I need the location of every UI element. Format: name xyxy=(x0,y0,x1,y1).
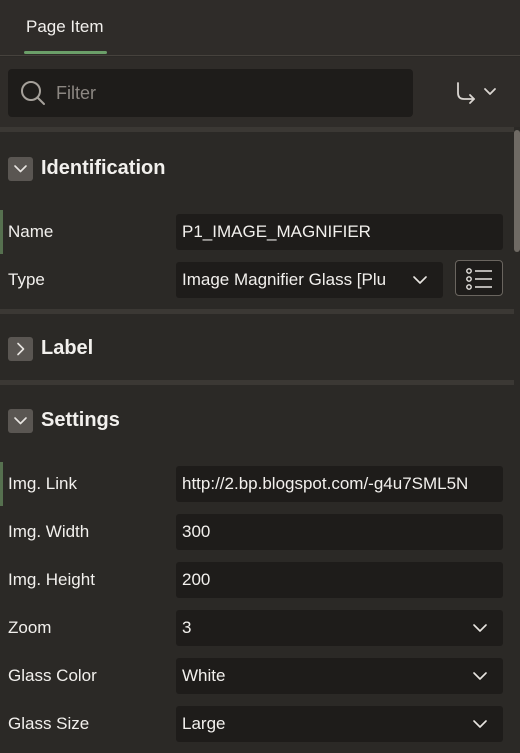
search-icon xyxy=(21,81,45,105)
img-width-field[interactable]: 300 xyxy=(176,514,503,550)
section-title-label: Label xyxy=(41,337,94,359)
search-toolbar xyxy=(0,57,520,127)
glass-color-value: White xyxy=(182,666,226,685)
filter-input[interactable] xyxy=(56,81,396,105)
section-divider xyxy=(0,127,514,132)
prop-row-img-height: Img. Height 200 xyxy=(0,558,514,602)
list-icon xyxy=(466,268,492,290)
section-divider xyxy=(0,380,514,385)
type-value: Image Magnifier Glass [Plu xyxy=(182,270,387,289)
img-width-value: 300 xyxy=(182,522,211,541)
section-title-settings: Settings xyxy=(41,409,120,431)
prop-row-type: Type Image Magnifier Glass [Plu xyxy=(0,258,514,302)
goto-button[interactable] xyxy=(448,77,502,109)
name-value: P1_IMAGE_MAGNIFIER xyxy=(182,222,371,241)
section-title-identification: Identification xyxy=(41,157,166,179)
name-field[interactable]: P1_IMAGE_MAGNIFIER xyxy=(176,214,503,250)
glass-size-value: Large xyxy=(182,714,226,733)
chevron-down-icon xyxy=(473,624,487,632)
prop-row-img-width: Img. Width 300 xyxy=(0,510,514,554)
section-label[interactable]: Label xyxy=(0,321,514,377)
section-identification[interactable]: Identification xyxy=(0,141,514,197)
property-editor: Identification Name P1_IMAGE_MAGNIFIER T… xyxy=(0,127,520,753)
chevron-down-icon xyxy=(14,417,27,425)
img-height-field[interactable]: 200 xyxy=(176,562,503,598)
chevron-down-icon xyxy=(473,672,487,680)
scrollbar[interactable] xyxy=(514,130,520,252)
chevron-down-icon xyxy=(14,165,27,173)
prop-row-name: Name P1_IMAGE_MAGNIFIER xyxy=(0,210,514,254)
zoom-value: 3 xyxy=(182,618,192,637)
required-marker xyxy=(0,210,3,254)
section-divider xyxy=(0,309,514,314)
img-link-value: http://2.bp.blogspot.com/-g4u7SML5N xyxy=(182,474,469,493)
img-height-value: 200 xyxy=(182,570,211,589)
prop-row-img-link: Img. Link http://2.bp.blogspot.com/-g4u7… xyxy=(0,462,514,506)
chevron-right-icon xyxy=(17,342,25,356)
prop-row-glass-size: Glass Size Large xyxy=(0,702,514,746)
prop-label-img-height: Img. Height xyxy=(8,570,95,589)
prop-label-glass-size: Glass Size xyxy=(8,714,90,733)
glass-size-select[interactable]: Large xyxy=(176,706,503,742)
prop-label-type: Type xyxy=(8,270,45,289)
prop-label-img-link: Img. Link xyxy=(8,474,77,493)
prop-label-img-width: Img. Width xyxy=(8,522,90,541)
prop-row-glass-color: Glass Color White xyxy=(0,654,514,698)
type-select[interactable]: Image Magnifier Glass [Plu xyxy=(176,262,443,298)
required-marker xyxy=(0,462,3,506)
collapse-toggle[interactable] xyxy=(8,157,33,181)
expand-toggle[interactable] xyxy=(8,337,33,361)
tab-page-item[interactable]: Page Item xyxy=(26,17,104,37)
section-settings[interactable]: Settings xyxy=(0,393,514,449)
goto-arrow-icon xyxy=(457,82,496,104)
prop-label-zoom: Zoom xyxy=(8,618,52,637)
prop-label-name: Name xyxy=(8,222,54,241)
zoom-select[interactable]: 3 xyxy=(176,610,503,646)
tab-bar: Page Item xyxy=(0,0,520,56)
glass-color-select[interactable]: White xyxy=(176,658,503,694)
prop-label-glass-color: Glass Color xyxy=(8,666,97,685)
list-values-button[interactable] xyxy=(455,260,503,296)
chevron-down-icon xyxy=(473,720,487,728)
active-tab-indicator xyxy=(24,51,107,54)
filter-box[interactable] xyxy=(8,69,413,117)
prop-row-zoom: Zoom 3 xyxy=(0,606,514,650)
chevron-down-icon xyxy=(413,276,427,284)
img-link-field[interactable]: http://2.bp.blogspot.com/-g4u7SML5N xyxy=(176,466,503,502)
collapse-toggle[interactable] xyxy=(8,409,33,433)
